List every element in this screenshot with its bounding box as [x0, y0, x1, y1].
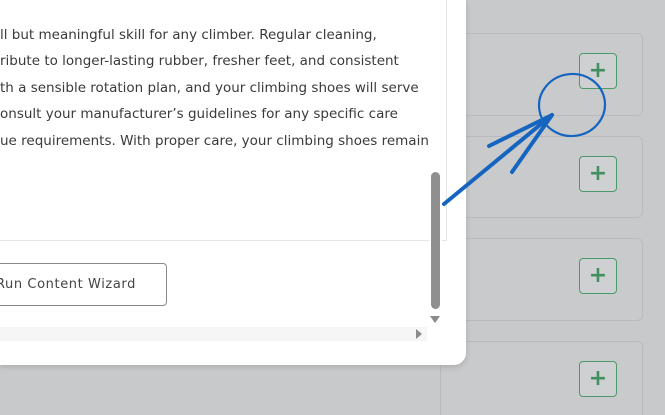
- article-line-3: th a sensible rotation plan, and your cl…: [0, 80, 419, 96]
- content-modal: ll but meaningful skill for any climber.…: [0, 0, 466, 365]
- article-content-box: ll but meaningful skill for any climber.…: [0, 0, 447, 241]
- add-button-1[interactable]: +: [579, 53, 617, 89]
- plus-icon: +: [588, 161, 608, 186]
- vertical-scrollbar-thumb[interactable]: [431, 172, 440, 309]
- plus-icon: +: [588, 58, 608, 83]
- add-button-4[interactable]: +: [579, 361, 617, 397]
- add-button-2[interactable]: +: [579, 156, 617, 192]
- article-line-2: ribute to longer-lasting rubber, fresher…: [0, 53, 399, 69]
- scroll-down-arrow-icon[interactable]: [430, 316, 440, 323]
- article-line-5: ue requirements. With proper care, your …: [0, 133, 429, 149]
- page: + + + + ll but meaningful skill for any …: [0, 0, 665, 415]
- horizontal-scrollbar[interactable]: [0, 327, 427, 341]
- scroll-right-arrow-icon[interactable]: [416, 329, 422, 339]
- plus-icon: +: [588, 366, 608, 391]
- add-button-3[interactable]: +: [579, 258, 617, 294]
- run-content-wizard-button[interactable]: -Run Content Wizard: [0, 263, 167, 306]
- article-line-1: ll but meaningful skill for any climber.…: [0, 27, 377, 43]
- plus-icon: +: [588, 263, 608, 288]
- article-line-4: onsult your manufacturer’s guidelines fo…: [0, 106, 398, 122]
- run-content-wizard-label: -Run Content Wizard: [0, 277, 136, 292]
